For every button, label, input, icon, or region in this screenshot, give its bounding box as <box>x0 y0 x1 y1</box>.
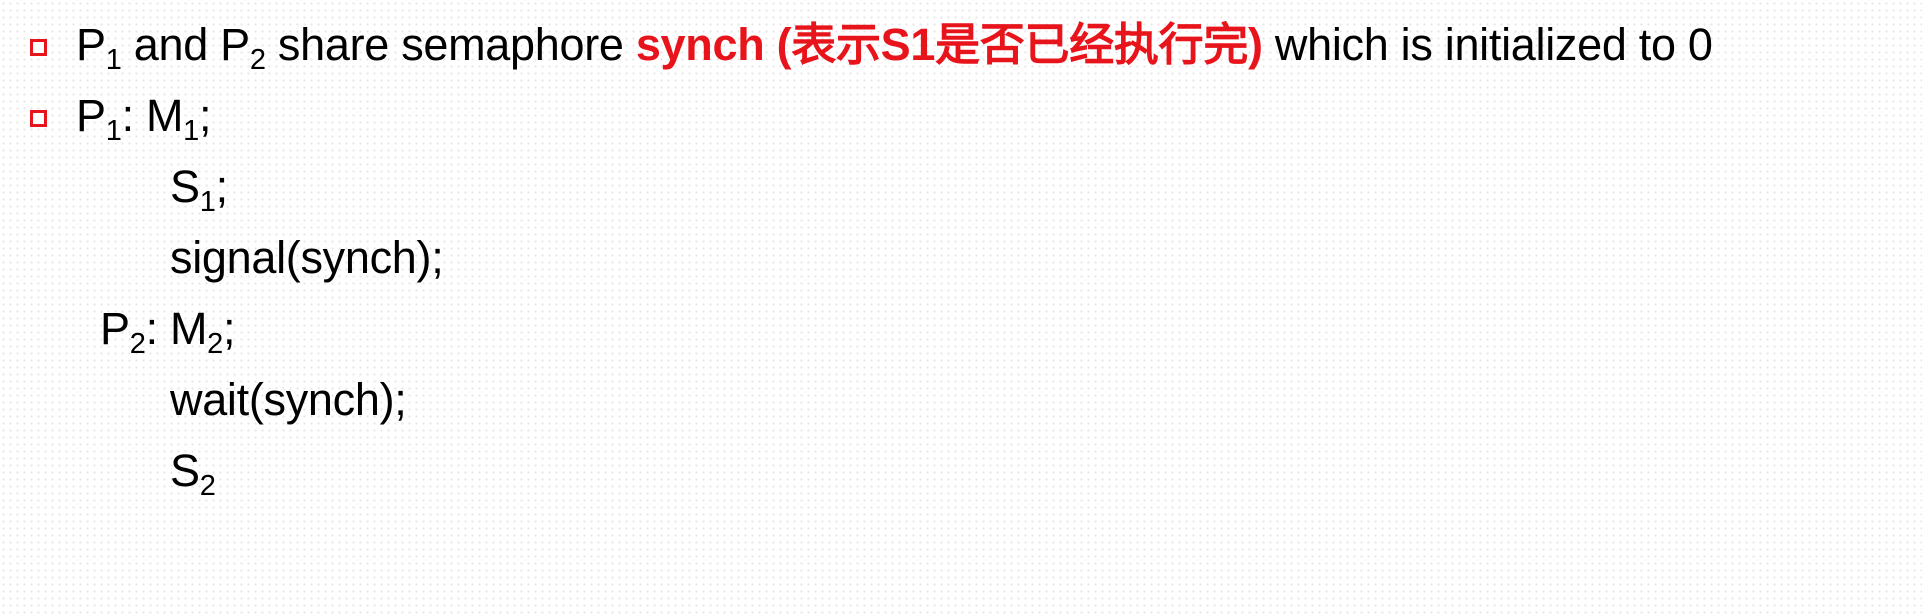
bullet-square-icon <box>30 39 47 56</box>
text-fragment: ; <box>223 303 236 354</box>
text-fragment: ; <box>199 90 212 141</box>
text-line-7: S2 <box>170 445 216 501</box>
text-line-2: P1: M1; <box>76 90 212 146</box>
text-line-5: P2: M2; <box>100 303 236 359</box>
wait-statement: wait(synch); <box>170 374 407 425</box>
subscript: 1 <box>105 115 122 147</box>
subscript: 1 <box>183 115 199 147</box>
text-fragment: : M <box>145 303 208 354</box>
process-p-label: P <box>76 19 106 70</box>
signal-statement: signal(synch); <box>170 232 444 283</box>
text-fragment: share semaphore <box>265 19 636 70</box>
subscript: 2 <box>199 470 216 502</box>
text-line-4: signal(synch); <box>170 232 444 283</box>
subscript: 2 <box>129 328 146 360</box>
statement-s-label: S <box>170 445 200 496</box>
subscript: 2 <box>207 328 223 360</box>
text-fragment: which is initialized to 0 <box>1262 19 1713 70</box>
text-fragment: ; <box>215 161 229 212</box>
process-p-label: P <box>100 303 130 354</box>
text-fragment: : M <box>121 90 184 141</box>
subscript: 1 <box>105 44 122 76</box>
bullet-square-icon <box>30 110 47 127</box>
text-line-6: wait(synch); <box>170 374 407 425</box>
statement-s-label: S <box>170 161 200 212</box>
subscript: 2 <box>249 44 266 76</box>
subscript: 1 <box>199 186 216 218</box>
text-line-1: P1 and P2 share semaphore synch (表示S1是否已… <box>76 19 1713 75</box>
process-p-label: P <box>76 90 106 141</box>
text-fragment: and P <box>121 19 250 70</box>
text-line-3: S1; <box>170 161 229 217</box>
highlight-text: synch (表示S1是否已经执行完) <box>635 19 1263 70</box>
